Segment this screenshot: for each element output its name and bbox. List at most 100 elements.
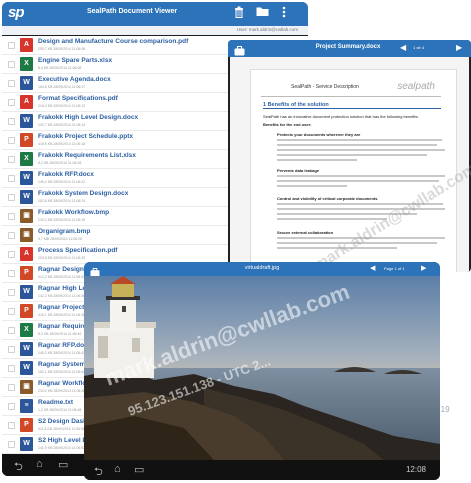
bmp-file-icon: ▣ <box>20 228 33 242</box>
bullet-1: Protects your documents wherever they ar… <box>277 132 361 137</box>
row-checkbox[interactable] <box>8 194 15 201</box>
user-email: User: mark.aldrin@cwllab.com <box>236 27 298 32</box>
pptx-file-icon: P <box>20 266 33 280</box>
status-clock: 12:08 <box>405 465 426 474</box>
file-meta: 142,7 KB 28/09/2014 11:06:14 <box>38 123 86 127</box>
bullet-2: Prevents data leakage <box>277 168 320 173</box>
section-title: 1 Benefits of the solution <box>263 102 441 109</box>
file-name: Frakokk RFP.docx <box>38 171 94 178</box>
row-checkbox[interactable] <box>8 441 15 448</box>
file-meta: 145,2 KB 28/09/2014 11:06:42 <box>38 351 86 355</box>
row-checkbox[interactable] <box>8 327 15 334</box>
trash-icon[interactable] <box>234 6 244 23</box>
home-icon[interactable]: ⌂ <box>114 463 121 475</box>
next-page-icon[interactable]: ▶ <box>456 43 462 52</box>
row-checkbox[interactable] <box>8 175 15 182</box>
file-meta: 162,1 KB 28/09/2014 11:06:44 <box>38 370 86 374</box>
folder-icon[interactable] <box>256 6 269 22</box>
file-meta: 141,9 KB 28/09/2014 11:06:52 <box>38 446 86 450</box>
file-meta: 234,4 KB 28/09/2014 11:06:25 <box>38 218 86 222</box>
row-checkbox[interactable] <box>8 289 15 296</box>
row-checkbox[interactable] <box>8 422 15 429</box>
prev-page-icon[interactable]: ◀ <box>400 43 406 52</box>
recent-apps-icon[interactable]: ▭ <box>58 458 68 471</box>
pptx-file-icon: P <box>20 133 33 147</box>
home-icon[interactable]: ⌂ <box>36 458 43 470</box>
docx-file-icon: W <box>20 361 33 375</box>
file-meta: 216,4 KB 28/09/2014 11:06:12 <box>38 104 86 108</box>
document-title: Project Summary.docx <box>315 44 381 50</box>
file-meta: 162,8 KB 28/09/2014 11:06:24 <box>38 199 86 203</box>
row-checkbox[interactable] <box>8 308 15 315</box>
overflow-menu-icon[interactable] <box>282 6 286 23</box>
row-checkbox[interactable] <box>8 156 15 163</box>
prev-page-icon[interactable]: ◀ <box>370 264 375 272</box>
doc-header: SealPath - Service Description sealpath <box>261 78 441 97</box>
file-meta: 164,8 KB 28/09/2014 11:06:07 <box>38 85 86 89</box>
docx-file-icon: W <box>20 171 33 185</box>
file-meta: 1,2 KB 28/09/2014 11:06:48 <box>38 408 82 412</box>
docx-file-icon: W <box>20 76 33 90</box>
row-checkbox[interactable] <box>8 42 15 49</box>
bmp-file-icon: ▣ <box>20 209 33 223</box>
row-checkbox[interactable] <box>8 251 15 258</box>
pdf-file-icon: A <box>20 38 33 52</box>
row-checkbox[interactable] <box>8 61 15 68</box>
page-indicator: 1 de 4 <box>413 45 425 50</box>
file-name: Executive Agenda.docx <box>38 76 111 83</box>
file-meta: 142,2 KB 28/09/2014 11:06:36 <box>38 294 86 298</box>
txt-file-icon: ≡ <box>20 399 33 413</box>
doc-header-logo: sealpath <box>397 81 435 92</box>
document-canvas[interactable]: SealPath - Service Description sealpath … <box>230 57 471 272</box>
file-meta: 8,4 KB 28/09/2014 11:06:08 <box>38 66 82 70</box>
file-meta: 412,2 KB 28/09/2014 11:06:34 <box>38 275 86 279</box>
page-indicator: Page 1 of 1 <box>384 266 405 271</box>
row-checkbox[interactable] <box>8 346 15 353</box>
app-title: SealPath Document Viewer <box>86 8 178 15</box>
lighthouse-photo[interactable]: mark.aldrin@cwllab.com 95.123.151.138 - … <box>84 276 440 460</box>
row-checkbox[interactable] <box>8 118 15 125</box>
doc-header-title: SealPath - Service Description <box>291 84 359 90</box>
docx-file-icon: W <box>20 285 33 299</box>
xlsx-file-icon: X <box>20 152 33 166</box>
docx-file-icon: W <box>20 114 33 128</box>
bullet-3: Control and visibility of critical corpo… <box>277 196 378 201</box>
pptx-file-icon: P <box>20 418 33 432</box>
row-checkbox[interactable] <box>8 365 15 372</box>
file-meta: 411,8 KB 28/09/2014 11:06:50 <box>38 427 85 431</box>
file-name: Organigram.bmp <box>38 228 91 235</box>
file-meta: 415,5 KB 28/09/2014 11:06:18 <box>38 142 86 146</box>
file-meta: 8,2 KB 28/09/2014 11:06:18 <box>38 161 82 165</box>
row-checkbox[interactable] <box>8 80 15 87</box>
pdf-file-icon: A <box>20 247 33 261</box>
bmp-file-icon: ▣ <box>20 380 33 394</box>
recent-apps-icon[interactable]: ▭ <box>134 463 144 476</box>
file-meta: 203,8 KB 28/09/2014 11:06:32 <box>38 256 86 260</box>
file-meta: 8,3 KB 28/09/2014 11:06:40 <box>38 332 82 336</box>
xlsx-file-icon: X <box>20 57 33 71</box>
row-checkbox[interactable] <box>8 270 15 277</box>
file-meta: 205,7 KB 28/09/2014 11:06:06 <box>38 47 86 51</box>
sealpath-logo: sp <box>8 4 24 21</box>
row-checkbox[interactable] <box>8 403 15 410</box>
pptx-file-icon: P <box>20 304 33 318</box>
row-checkbox[interactable] <box>8 213 15 220</box>
file-meta: 3,7 MB 28/09/2014 11:06:28 <box>38 237 82 241</box>
pdf-file-icon: A <box>20 95 33 109</box>
row-checkbox[interactable] <box>8 99 15 106</box>
row-checkbox[interactable] <box>8 232 15 239</box>
next-page-icon[interactable]: ▶ <box>421 264 426 272</box>
back-icon[interactable]: ⮌ <box>14 458 23 476</box>
image-viewer-tablet: virtualdraft.jpg ◀ Page 1 of 1 ▶ mark.al… <box>84 262 440 480</box>
bullet-4: Secure external collaboration <box>277 230 334 235</box>
image-title: virtualdraft.jpg <box>244 265 280 271</box>
row-checkbox[interactable] <box>8 384 15 391</box>
xlsx-file-icon: X <box>20 323 33 337</box>
back-icon[interactable]: ⮌ <box>94 463 103 480</box>
docx-file-icon: W <box>20 342 33 356</box>
row-checkbox[interactable] <box>8 137 15 144</box>
file-name: Frakokk System Design.docx <box>38 190 129 197</box>
document-watermark: mark.aldrin@cwllab.com <box>311 160 471 272</box>
file-name: Frakokk High Level Design.docx <box>38 114 139 121</box>
doc-intro: SealPath has an innovative document prot… <box>263 114 419 119</box>
